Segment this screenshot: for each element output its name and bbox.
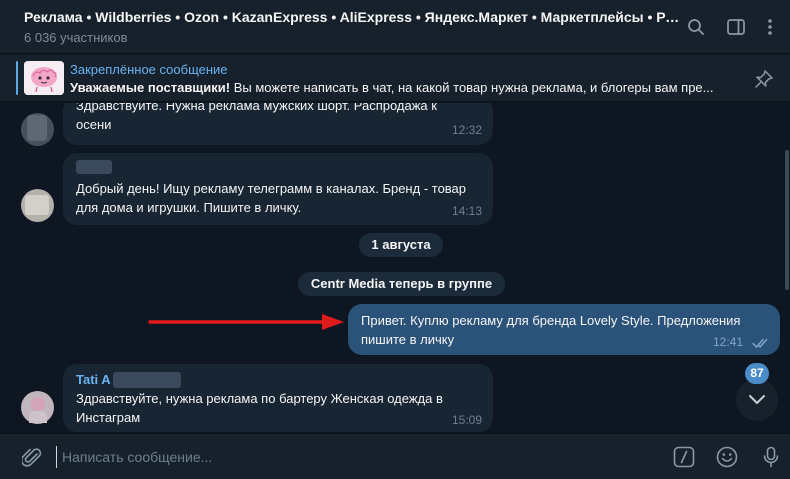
chat-title[interactable]: Реклама • Wildberries • Ozon • KazanExpr… [24, 9, 684, 25]
message-time: 12:32 [452, 123, 483, 137]
scroll-to-bottom-button[interactable] [736, 379, 778, 421]
scrollbar[interactable] [785, 150, 789, 290]
pinned-title: Закреплённое сообщение [70, 62, 228, 77]
date-separator: 1 августа [359, 233, 443, 257]
message-text: Добрый день! Ищу рекламу телеграмм в кан… [76, 181, 467, 215]
message-time: 14:13 [452, 204, 483, 218]
pinned-bold-text: Уважаемые поставщики! [70, 80, 231, 95]
sidebar-toggle-icon[interactable] [724, 15, 748, 39]
pinned-text: Уважаемые поставщики! Вы можете написать… [70, 80, 740, 95]
double-check-icon [752, 338, 768, 348]
message-text: Здравствуйте, нужна реклама по бартеру Ж… [76, 391, 443, 425]
microphone-icon[interactable] [759, 445, 783, 469]
members-count: 6 036 участников [24, 30, 128, 45]
chat-header: Реклама • Wildberries • Ozon • KazanExpr… [0, 0, 790, 54]
red-arrow-annotation [148, 314, 344, 330]
bot-commands-icon[interactable] [672, 445, 696, 469]
service-message: Centr Media теперь в группе [298, 272, 505, 296]
sender-name-blurred [76, 160, 112, 174]
message-bubble[interactable]: Tati A Здравствуйте, нужна реклама по ба… [63, 364, 493, 432]
pinned-thumbnail [24, 61, 64, 95]
chevron-down-icon [749, 395, 765, 404]
attach-icon[interactable] [20, 445, 44, 469]
sender-name[interactable]: Tati A [76, 372, 111, 387]
pinned-message-bar[interactable]: Закреплённое сообщение Уважаемые поставщ… [0, 55, 790, 102]
outgoing-message-bubble[interactable]: Привет. Куплю рекламу для бренда Lovely … [348, 304, 780, 355]
pinned-body-text: Вы можете написать в чат, на какой товар… [230, 80, 714, 95]
message-sender[interactable]: Tati A [76, 371, 181, 389]
sender-name-blurred [112, 371, 181, 388]
message-bubble[interactable]: Добрый день! Ищу рекламу телеграмм в кан… [63, 153, 493, 225]
emoji-icon[interactable] [715, 445, 739, 469]
message-text: Привет. Куплю рекламу для бренда Lovely … [361, 313, 741, 347]
message-bubble[interactable]: Здравствуйте. Нужна реклама мужских шорт… [63, 103, 493, 145]
unread-count-badge: 87 [745, 363, 769, 384]
message-time: 12:41 [713, 335, 744, 349]
avatar[interactable] [21, 113, 54, 146]
avatar[interactable] [21, 189, 54, 222]
search-icon[interactable] [684, 15, 708, 39]
avatar[interactable] [21, 391, 54, 424]
message-list[interactable]: Здравствуйте. Нужна реклама мужских шорт… [0, 103, 790, 433]
pinned-accent-line [16, 61, 18, 95]
message-input[interactable] [56, 446, 656, 468]
message-time: 15:09 [452, 413, 483, 427]
message-text: Здравствуйте. Нужна реклама мужских шорт… [76, 103, 437, 132]
message-composer [0, 433, 790, 479]
unpin-icon[interactable] [752, 67, 776, 91]
more-vertical-icon[interactable] [758, 15, 782, 39]
